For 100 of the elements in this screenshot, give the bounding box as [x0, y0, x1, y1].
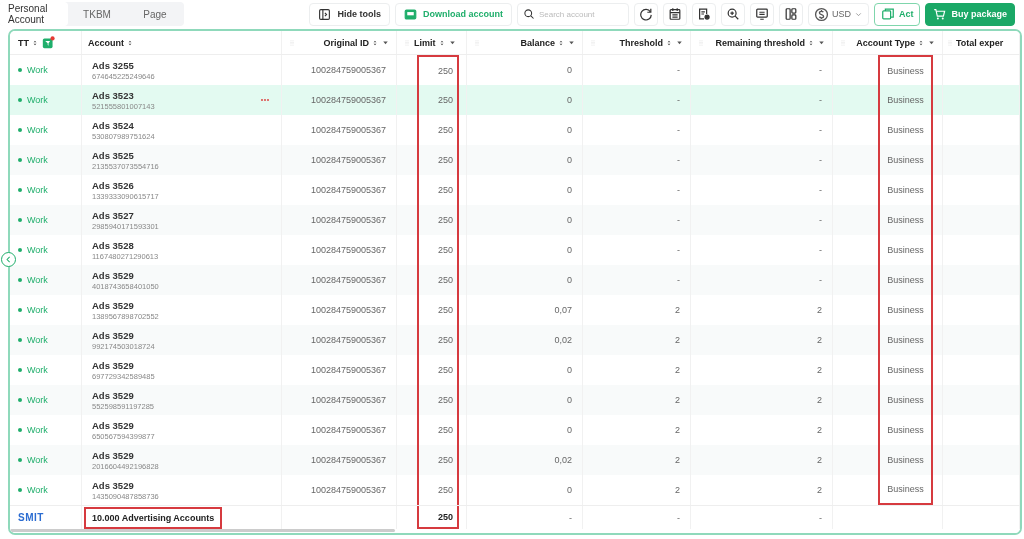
zoom-in-icon: [725, 7, 740, 21]
layout-button[interactable]: [778, 2, 803, 26]
column-header[interactable]: TT: [10, 31, 82, 54]
column-title: Account: [88, 37, 124, 48]
column-header[interactable]: Threshold: [583, 31, 691, 54]
table-cell: -: [677, 185, 680, 195]
chevron-left-icon: [4, 255, 13, 264]
table-cell: 2: [675, 395, 680, 405]
table-cell: -: [677, 125, 680, 135]
total-cell: -: [569, 512, 572, 523]
status-label: Work: [18, 125, 48, 135]
hide-tools-button[interactable]: Hide tools: [309, 2, 390, 26]
cart-icon: [933, 7, 947, 21]
table-cell: 2: [675, 335, 680, 345]
column-header[interactable]: Original ID: [282, 31, 397, 54]
tab[interactable]: Page: [126, 2, 184, 26]
monitor-icon: [754, 7, 769, 21]
status-label: Work: [18, 95, 48, 105]
table-cell: 0: [567, 275, 572, 285]
column-header[interactable]: Account: [82, 31, 282, 54]
scrollbar-thumb[interactable]: [10, 529, 395, 532]
total-cell: -: [819, 512, 822, 523]
table-cell: 0: [567, 65, 572, 75]
table-cell: 2: [675, 365, 680, 375]
account-name: Ads 3527: [92, 209, 135, 221]
table-cell: -: [819, 125, 822, 135]
column-title: Balance: [520, 37, 555, 48]
table-cell: 0,02: [554, 455, 572, 465]
status-label: Work: [18, 365, 48, 375]
dropdown-icon: [675, 38, 684, 47]
monitor-button[interactable]: [749, 2, 774, 26]
column-title: Limit: [414, 37, 436, 48]
table-cell: Business: [878, 85, 933, 115]
table-cell: 0: [567, 95, 572, 105]
account-name: Ads 3528: [92, 239, 135, 251]
table-cell: 2: [675, 425, 680, 435]
table-cell: 2: [675, 485, 680, 495]
account-name: Ads 3529: [92, 389, 135, 401]
table-cell: 250: [417, 85, 459, 115]
account-name: Ads 3529: [92, 329, 135, 341]
table-cell: Business: [878, 385, 933, 415]
column-header[interactable]: Total exper: [943, 31, 1020, 54]
table-cell: -: [677, 65, 680, 75]
column-header[interactable]: Limit: [397, 31, 467, 54]
calendar-button[interactable]: [662, 2, 687, 26]
column-header[interactable]: Balance: [467, 31, 583, 54]
dropdown-icon: [817, 38, 826, 47]
table-cell: -: [819, 215, 822, 225]
account-name: Ads 3524: [92, 119, 135, 131]
status-label: Work: [18, 155, 48, 165]
table-cell: 0: [567, 365, 572, 375]
account-name: Ads 3529: [92, 359, 135, 371]
table-cell: 2: [817, 455, 822, 465]
column-header[interactable]: Account Type: [833, 31, 943, 54]
tab[interactable]: TKBM: [68, 2, 126, 26]
table-cell: 250: [417, 145, 459, 175]
table-cell: 0,02: [554, 335, 572, 345]
refresh-icon: [638, 7, 653, 21]
report-button[interactable]: [691, 2, 716, 26]
zoom-button[interactable]: [720, 2, 745, 26]
table-cell: 250: [417, 325, 459, 355]
dollar-icon: [813, 6, 829, 22]
status-label: Work: [18, 275, 48, 285]
table-cell: 0: [567, 485, 572, 495]
column-header[interactable]: Remaining threshold: [691, 31, 833, 54]
table-cell: 0: [567, 425, 572, 435]
document-icon: [696, 7, 711, 21]
column-title: Original ID: [323, 37, 369, 48]
status-label: Work: [18, 455, 48, 465]
table-cell: -: [819, 95, 822, 105]
logo: SMIT: [18, 512, 44, 523]
table-cell: 100284759005367: [310, 425, 386, 435]
table-cell: Business: [878, 445, 933, 475]
table-cell: 0: [567, 185, 572, 195]
table-cell: 100284759005367: [310, 305, 386, 315]
table-cell: 100284759005367: [310, 185, 386, 195]
account-name: Ads 3529: [92, 419, 135, 431]
table-cell: 0,07: [554, 305, 572, 315]
dropdown-icon: [927, 38, 936, 47]
table-cell: -: [819, 65, 822, 75]
tab[interactable]: Personal Account: [0, 2, 68, 26]
table-cell: -: [677, 95, 680, 105]
dropdown-icon: [567, 38, 576, 47]
table-cell: 100284759005367: [310, 245, 386, 255]
account-name: Ads 3529: [92, 269, 135, 281]
table-cell: 250: [417, 265, 459, 295]
dropdown-icon: [447, 38, 457, 47]
column-title: Total exper: [956, 37, 1004, 48]
layout-icon: [783, 7, 798, 21]
table-cell: -: [677, 275, 680, 285]
table-cell: 0: [567, 245, 572, 255]
table-cell: -: [677, 245, 680, 255]
table-cell: 100284759005367: [310, 95, 386, 105]
table-cell: -: [819, 245, 822, 255]
refresh-button[interactable]: [633, 2, 658, 26]
status-label: Work: [18, 185, 48, 195]
status-label: Work: [18, 305, 48, 315]
currency-dropdown[interactable]: USD: [807, 2, 869, 26]
table-cell: 250: [417, 385, 459, 415]
table-cell: Business: [878, 205, 933, 235]
